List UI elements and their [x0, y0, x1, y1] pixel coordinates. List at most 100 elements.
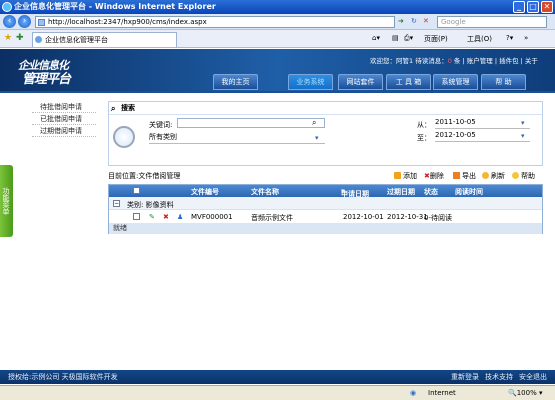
refresh-grid-icon [482, 172, 489, 179]
license-text: 授权给:示例公司 天极国际软件开发 [8, 373, 118, 381]
forward-button[interactable]: › [18, 15, 31, 28]
user-icon[interactable]: ♟ [177, 213, 183, 221]
col-code[interactable]: 文件编号 [191, 187, 219, 197]
sidebar-item-pending[interactable]: 待批借阅申请 [32, 101, 96, 113]
sidebar-item-approved[interactable]: 已批借阅申请 [32, 113, 96, 125]
page-menu[interactable]: 页面(P) [424, 34, 448, 44]
grid-header: 文件编号 文件名称 申请日期 ▾ 过期日期 状态 阅读时间 [109, 185, 542, 198]
delete-button[interactable]: ✖删除 [424, 171, 444, 181]
from-date-field[interactable]: 2011-10-05 ▾ [435, 118, 530, 129]
window-titlebar: 企业信息化管理平台 - Windows Internet Explorer _ … [0, 0, 555, 14]
close-button[interactable]: ✕ [541, 1, 553, 13]
app-logo: 企业信息化 管理平台 [8, 57, 108, 87]
delete-row-icon[interactable]: ✖ [163, 213, 169, 221]
grid-toolbar: 目前位置:文件借阅管理 添加 ✖删除 导出 刷新 帮助 [108, 169, 543, 183]
main-content: 待批借阅申请 已批借阅申请 过期借阅申请 功能菜单 ⌕ 搜索 关键词: ⌕ 所有… [0, 91, 555, 370]
favorites-star-icon[interactable]: ★ [4, 33, 12, 43]
home-icon[interactable]: ⌂▾ [372, 34, 380, 42]
col-apply-date[interactable]: 申请日期 ▾ [341, 187, 369, 198]
maximize-button[interactable]: □ [527, 1, 539, 13]
account-link[interactable]: 账户管理 [467, 57, 493, 65]
keyword-input[interactable] [177, 118, 325, 128]
tab-bar: ★ ✚ 企业信息化管理平台 ⌂▾ ▤ ⎙▾ 页面(P) 工具(O) ?▾ » [0, 30, 555, 48]
nav-business[interactable]: 业务系统 [288, 74, 333, 90]
search-panel: ⌕ 搜索 关键词: ⌕ 所有类别 ▾ 从： 2011-10-05 ▾ 至： 20… [108, 101, 543, 166]
refresh-button[interactable]: 刷新 [482, 171, 505, 181]
browser-status-bar: ◉ Internet 🔍100% ▾ [0, 385, 555, 400]
refresh-icon[interactable]: ↻ [411, 17, 417, 25]
export-button[interactable]: 导出 [453, 171, 476, 181]
nav-help[interactable]: 帮 助 [481, 74, 526, 90]
function-menu-tab[interactable]: 功能菜单 [0, 165, 13, 237]
help-icon[interactable]: ?▾ [506, 34, 513, 42]
about-link[interactable]: 关于 [525, 57, 538, 65]
cell-name: 音频示例文件 [251, 214, 293, 222]
nav-home[interactable]: 我的主页 [213, 74, 258, 90]
plugin-link[interactable]: 插件包 [499, 57, 519, 65]
col-status[interactable]: 状态 [424, 187, 438, 197]
search-panel-header: ⌕ 搜索 [109, 102, 542, 115]
edit-icon[interactable]: ✎ [149, 213, 155, 221]
globe-icon: ◉ [410, 389, 417, 397]
address-toolbar: ‹ › http://localhost:2347/hxp900/cms/ind… [0, 14, 555, 30]
search-go-icon[interactable]: ⌕ [312, 118, 316, 128]
url-text: http://localhost:2347/hxp900/cms/index.a… [48, 18, 207, 26]
tech-support-link[interactable]: 技术支持 [485, 370, 513, 384]
export-icon [453, 172, 460, 179]
from-label: 从： [417, 121, 431, 129]
keyword-label: 关键词: [149, 121, 173, 129]
relogin-link[interactable]: 重新登录 [451, 370, 479, 384]
zoom-control[interactable]: 🔍100% ▾ [508, 386, 542, 400]
col-read-time[interactable]: 阅读时间 [455, 187, 483, 197]
grid-status: 就绪 [109, 223, 542, 234]
ie-icon [2, 2, 12, 12]
chevron-right-icon[interactable]: » [524, 34, 528, 42]
help-button[interactable]: 帮助 [512, 171, 535, 181]
help-grid-icon [512, 172, 519, 179]
tab-page-icon [35, 36, 42, 43]
to-date-field[interactable]: 2012-10-05 ▾ [435, 131, 530, 142]
zone-text: Internet [428, 389, 456, 397]
sidebar-item-expired[interactable]: 过期借阅申请 [32, 125, 96, 137]
cell-status: 0-待阅读 [424, 214, 452, 222]
data-grid: 文件编号 文件名称 申请日期 ▾ 过期日期 状态 阅读时间 − 类别: 影像资料… [108, 184, 543, 234]
table-row[interactable]: ✎ ✖ ♟ MVF000001 音频示例文件 2012-10-01 2012-1… [109, 210, 542, 223]
page-icon [38, 19, 45, 26]
col-name[interactable]: 文件名称 [251, 187, 279, 197]
go-button[interactable]: ➜ [398, 17, 404, 25]
stop-icon[interactable]: ✕ [423, 17, 429, 25]
nav-toolbox[interactable]: 工 具 箱 [386, 74, 431, 90]
sidebar: 待批借阅申请 已批借阅申请 过期借阅申请 [32, 101, 96, 161]
message-count[interactable]: 0 [448, 57, 452, 65]
address-input[interactable]: http://localhost:2347/hxp900/cms/index.a… [35, 16, 395, 28]
add-icon [394, 172, 401, 179]
browser-window: 企业信息化管理平台 - Windows Internet Explorer _ … [0, 0, 555, 400]
chevron-down-icon: ▾ [521, 119, 525, 127]
feeds-icon[interactable]: ▤ [392, 34, 399, 42]
add-button[interactable]: 添加 [394, 171, 417, 181]
logout-link[interactable]: 安全退出 [519, 370, 547, 384]
print-icon[interactable]: ⎙▾ [404, 34, 413, 43]
category-select[interactable]: 所有类别 ▾ [149, 132, 325, 144]
add-favorite-icon[interactable]: ✚ [16, 33, 24, 43]
tools-menu[interactable]: 工具(O) [467, 34, 492, 44]
logo-line2: 管理平台 [22, 72, 71, 87]
cell-expire: 2012-10-31 [387, 213, 428, 221]
browser-search-input[interactable]: Google [437, 16, 547, 28]
nav-system[interactable]: 系统管理 [433, 74, 478, 90]
col-expire-date[interactable]: 过期日期 [387, 187, 415, 197]
tab-active[interactable]: 企业信息化管理平台 [32, 32, 177, 47]
search-icon: ⌕ [111, 104, 116, 113]
minimize-button[interactable]: _ [513, 1, 525, 13]
to-label: 至： [417, 134, 431, 142]
nav-website[interactable]: 网站套件 [338, 74, 383, 90]
chevron-down-icon: ▾ [521, 132, 525, 140]
window-title: 企业信息化管理平台 - Windows Internet Explorer [14, 2, 216, 11]
breadcrumb: 目前位置:文件借阅管理 [108, 172, 181, 180]
cell-code: MVF000001 [191, 213, 233, 221]
cell-apply: 2012-10-01 [343, 213, 384, 221]
group-row[interactable]: − 类别: 影像资料 [109, 197, 542, 210]
collapse-icon[interactable]: − [113, 200, 120, 207]
app-footer: 授权给:示例公司 天极国际软件开发 重新登录 技术支持 安全退出 [0, 370, 555, 384]
back-button[interactable]: ‹ [3, 15, 16, 28]
